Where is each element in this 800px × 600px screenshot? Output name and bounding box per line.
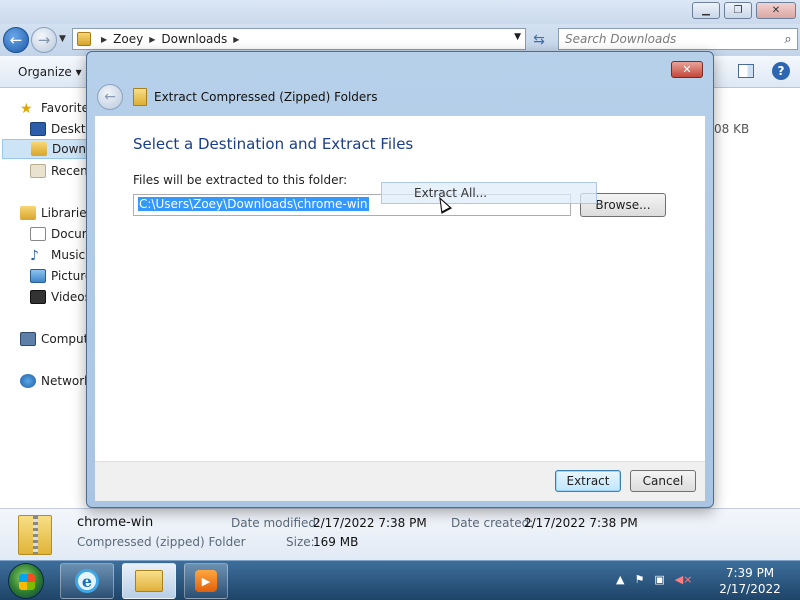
toolbar-right: ?	[738, 62, 790, 80]
close-window-button[interactable]: ✕	[756, 2, 796, 19]
clock-time: 7:39 PM	[725, 566, 775, 580]
desktop-icon	[30, 122, 46, 136]
navigation-pane: ★ Favorites Deskto Downl Recent Librarie…	[0, 88, 96, 508]
file-size-peek: 08 KB	[714, 122, 750, 136]
dialog-heading: Select a Destination and Extract Files	[133, 135, 414, 153]
extract-dialog: ✕ ← Extract Compressed (Zipped) Folders …	[86, 51, 714, 508]
dialog-close-button[interactable]: ✕	[671, 61, 703, 78]
flag-icon[interactable]: ⚑	[634, 573, 644, 586]
documents-icon	[30, 227, 46, 241]
show-hidden-icons-icon[interactable]: ▲	[616, 573, 624, 586]
help-icon[interactable]: ?	[772, 62, 790, 80]
drag-ghost-extract-all: Extract All...	[381, 182, 597, 204]
volume-muted-icon[interactable]: ◀×	[675, 573, 693, 586]
nav-libraries[interactable]: Libraries	[20, 203, 93, 223]
taskbar-ie-button[interactable]: e	[60, 563, 114, 599]
recent-places-icon	[30, 164, 46, 178]
nav-pictures[interactable]: Picture	[30, 266, 92, 286]
preview-pane-icon[interactable]	[738, 64, 754, 78]
nav-downloads[interactable]: Downl	[2, 139, 96, 159]
chevron-right-icon[interactable]: ▶	[233, 35, 239, 44]
date-modified-value: 2/17/2022 7:38 PM	[313, 516, 427, 530]
dialog-title: Extract Compressed (Zipped) Folders	[154, 90, 378, 104]
nav-documents[interactable]: Docum	[30, 224, 93, 244]
details-file-name: chrome-win	[77, 515, 154, 530]
recent-pages-dropdown[interactable]: ▼	[59, 34, 66, 44]
dialog-body: Select a Destination and Extract Files F…	[95, 116, 705, 461]
start-button[interactable]	[8, 563, 44, 599]
nav-network[interactable]: Network	[20, 371, 91, 391]
zip-folder-icon	[18, 515, 52, 555]
nav-desktop[interactable]: Deskto	[30, 119, 93, 139]
nav-computer-label: Comput	[41, 332, 89, 346]
chevron-right-icon[interactable]: ▶	[101, 35, 107, 44]
dialog-footer: Extract Cancel	[95, 461, 705, 501]
forward-arrow-icon: →	[37, 31, 51, 49]
breadcrumb-zoey[interactable]: Zoey	[113, 32, 143, 46]
date-created-label: Date created:	[451, 516, 534, 530]
minimize-button[interactable]: ▁	[692, 2, 720, 19]
network-icon[interactable]: ▣	[654, 573, 664, 586]
downloads-folder-icon	[31, 142, 47, 156]
search-placeholder: Search Downloads	[565, 32, 677, 46]
cancel-button[interactable]: Cancel	[630, 470, 696, 492]
taskbar: e ▶ ▲ ⚑ ▣ ◀× 7:39 PM 2/17/2022	[0, 560, 800, 600]
date-created-value: 2/17/2022 7:38 PM	[524, 516, 638, 530]
nav-music-label: Music	[51, 248, 86, 262]
nav-music[interactable]: ♪ Music	[30, 245, 85, 265]
computer-icon	[20, 332, 36, 346]
star-icon: ★	[20, 101, 33, 117]
dialog-back-button[interactable]: ←	[97, 84, 123, 110]
nav-network-label: Network	[41, 374, 92, 388]
taskbar-media-player-button[interactable]: ▶	[184, 563, 228, 599]
destination-path-value: C:\Users\Zoey\Downloads\chrome-win	[138, 197, 369, 211]
close-icon: ✕	[682, 63, 692, 76]
folder-icon	[135, 570, 163, 592]
back-button[interactable]: ←	[3, 27, 29, 53]
nav-favorites[interactable]: ★ Favorites	[20, 98, 95, 118]
extract-button[interactable]: Extract	[555, 470, 621, 492]
network-icon	[20, 374, 36, 388]
back-arrow-icon: ←	[104, 89, 116, 105]
pictures-icon	[30, 269, 46, 283]
ie-icon: e	[75, 569, 99, 593]
organize-label: Organize	[18, 65, 72, 79]
taskbar-explorer-button[interactable]	[122, 563, 176, 599]
details-file-type: Compressed (zipped) Folder	[77, 535, 246, 549]
zip-folder-icon	[133, 88, 147, 106]
refresh-button[interactable]: ⇆	[528, 29, 550, 51]
media-player-icon: ▶	[195, 570, 217, 592]
nav-recent[interactable]: Recent	[30, 161, 92, 181]
system-tray: ▲ ⚑ ▣ ◀×	[616, 573, 702, 586]
nav-downloads-label: Downl	[52, 142, 90, 156]
back-arrow-icon: ←	[9, 31, 23, 49]
libraries-icon	[20, 206, 36, 220]
nav-computer[interactable]: Comput	[20, 329, 88, 349]
nav-videos-label: Videos	[51, 290, 91, 304]
address-dropdown-icon[interactable]: ▼	[514, 32, 521, 42]
nav-videos[interactable]: Videos	[30, 287, 91, 307]
refresh-icon: ⇆	[533, 32, 545, 48]
explorer-title-bar: ▁ ❐ ✕	[0, 0, 800, 24]
music-icon: ♪	[30, 248, 39, 264]
details-pane: chrome-win Compressed (zipped) Folder Da…	[0, 508, 800, 560]
breadcrumb-downloads[interactable]: Downloads	[161, 32, 227, 46]
window-controls: ▁ ❐ ✕	[688, 2, 796, 19]
clock-date: 2/17/2022	[719, 582, 781, 596]
maximize-button[interactable]: ❐	[724, 2, 752, 19]
search-input[interactable]: Search Downloads ⌕	[558, 28, 798, 50]
chevron-right-icon[interactable]: ▶	[149, 35, 155, 44]
folder-icon	[77, 32, 91, 46]
address-bar[interactable]: ▶ Zoey ▶ Downloads ▶ ▼	[72, 28, 526, 50]
size-value: 169 MB	[313, 535, 359, 549]
search-icon[interactable]: ⌕	[779, 32, 797, 47]
clock[interactable]: 7:39 PM 2/17/2022	[716, 565, 784, 597]
videos-icon	[30, 290, 46, 304]
organize-button[interactable]: Organize ▾	[18, 65, 82, 79]
forward-button[interactable]: →	[31, 27, 57, 53]
date-modified-label: Date modified:	[231, 516, 321, 530]
size-label: Size:	[286, 535, 315, 549]
destination-label: Files will be extracted to this folder:	[133, 173, 348, 187]
